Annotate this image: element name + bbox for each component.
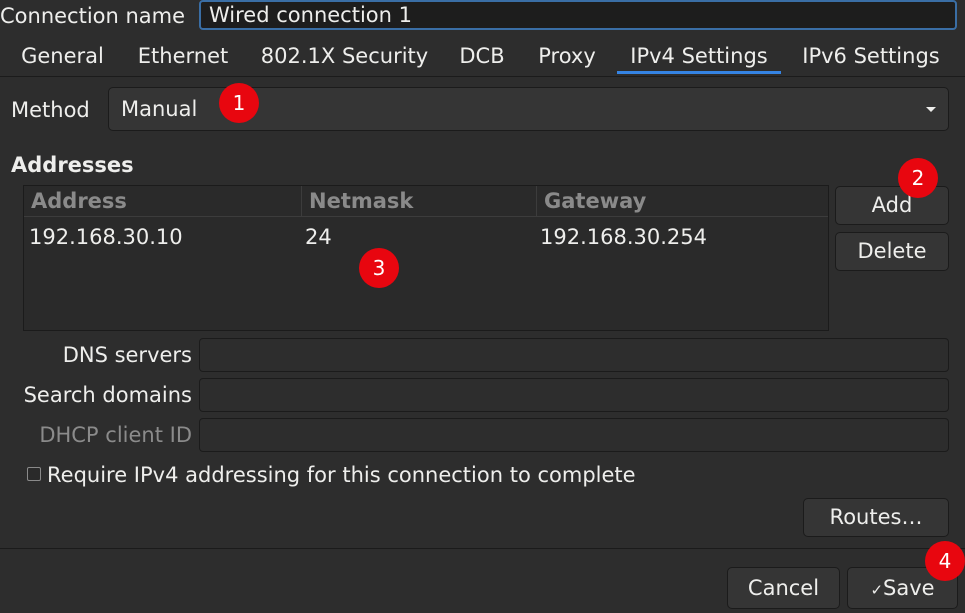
tab-proxy[interactable]: Proxy [527,38,607,74]
method-value: Manual [121,97,198,121]
dhcp-client-id-input[interactable] [199,418,949,452]
routes-button[interactable]: Routes… [803,498,949,537]
connection-name-input[interactable]: Wired connection 1 [199,0,957,30]
require-ipv4-checkbox[interactable] [27,467,41,481]
addresses-table[interactable]: Address Netmask Gateway 192.168.30.10 24… [23,185,829,331]
checkmark-icon: ✓ [870,581,884,599]
tab-dcb[interactable]: DCB [447,38,517,74]
connection-name-label: Connection name [0,4,186,28]
annotation-badge-2: 2 [898,158,938,198]
dns-servers-input[interactable] [199,338,949,372]
tab-general[interactable]: General [9,38,116,74]
column-header-gateway[interactable]: Gateway [536,186,828,217]
annotation-badge-4: 4 [925,541,965,581]
method-label: Method [11,98,90,122]
require-ipv4-label[interactable]: Require IPv4 addressing for this connect… [47,460,636,490]
gateway-cell[interactable]: 192.168.30.254 [540,222,707,252]
delete-address-button[interactable]: Delete [835,232,949,271]
tab-ipv4-settings[interactable]: IPv4 Settings [617,38,781,74]
netmask-cell[interactable]: 24 [305,222,332,252]
column-header-address[interactable]: Address [24,186,301,217]
search-domains-input[interactable] [199,378,949,412]
tab-bar: General Ethernet 802.1X Security DCB Pro… [0,38,965,77]
column-header-netmask[interactable]: Netmask [301,186,536,217]
tab-ethernet[interactable]: Ethernet [127,38,239,74]
tab-8021x-security[interactable]: 802.1X Security [251,38,438,74]
addresses-heading: Addresses [11,153,134,177]
tab-ipv6-settings[interactable]: IPv6 Settings [790,38,952,74]
address-cell[interactable]: 192.168.30.10 [29,222,183,252]
dhcp-client-id-label: DHCP client ID [39,423,192,447]
dns-servers-label: DNS servers [62,343,192,367]
annotation-badge-3: 3 [359,248,399,288]
chevron-down-icon [926,107,936,112]
annotation-badge-1: 1 [219,83,259,123]
cancel-button[interactable]: Cancel [727,567,840,609]
save-label: Save [883,576,935,600]
search-domains-label: Search domains [23,383,192,407]
